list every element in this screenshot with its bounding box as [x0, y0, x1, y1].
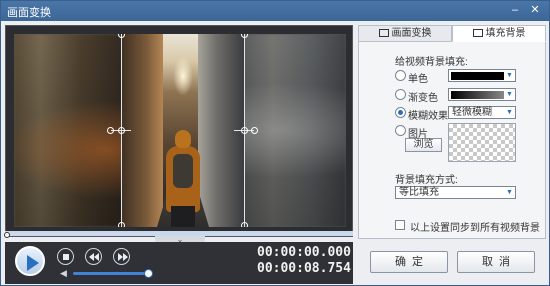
play-button[interactable] [15, 246, 45, 276]
minimize-button[interactable]: – [507, 3, 523, 18]
video-preview [5, 25, 353, 234]
blur-level-select[interactable]: 轻微模糊 ▼ [448, 106, 516, 119]
cancel-button[interactable]: 取消 [457, 251, 535, 273]
play-icon [27, 255, 39, 271]
volume-slider[interactable] [73, 272, 147, 275]
gradient-swatch [451, 91, 504, 99]
fill-mode-label: 背景填充方式: [395, 175, 458, 186]
gradient-label: 渐变色 [408, 93, 438, 104]
crop-handle-bottom-left[interactable] [118, 222, 125, 227]
blur-label: 模糊效果 [408, 111, 448, 122]
browse-button[interactable]: 浏览 [405, 138, 442, 152]
timeline-knob[interactable] [4, 232, 10, 238]
radio-image[interactable] [395, 125, 406, 136]
fill-section-label: 给视频背景填充: [395, 57, 468, 68]
fill-mode-select[interactable]: 等比填充 ▼ [395, 186, 516, 199]
stop-icon [63, 254, 69, 260]
gradient-color-picker[interactable]: ▼ [448, 88, 516, 101]
radio-gradient[interactable] [395, 89, 406, 100]
crop-handle-left[interactable] [118, 127, 125, 134]
sky-light [173, 56, 193, 96]
tab-fill-background[interactable]: 填充背景 [452, 25, 546, 42]
forward-icon-2 [123, 253, 128, 261]
solid-label: 单色 [408, 74, 428, 85]
dropdown-arrow-icon: ▼ [506, 91, 513, 98]
title-bar: 画面变换 – ✕ [1, 1, 549, 21]
crop-handle-right-outer[interactable] [251, 127, 258, 134]
person-legs [171, 206, 195, 227]
volume-icon[interactable]: ◀ [60, 269, 70, 278]
fill-mode-value: 等比填充 [399, 187, 439, 198]
next-frame-button[interactable] [113, 248, 130, 265]
tab-fill-background-label: 填充背景 [485, 28, 526, 39]
video-frame[interactable] [121, 34, 244, 227]
image-preview-transparent [448, 123, 516, 162]
settings-panel: 画面变换 填充背景 给视频背景填充: 单色 ▼ 渐变色 ▼ 模糊效果 轻微模糊 ▼… [358, 25, 546, 239]
crop-handle-bottom-right[interactable] [241, 222, 248, 227]
transform-icon [378, 29, 389, 37]
sync-checkbox[interactable] [395, 220, 405, 230]
crop-handle-right[interactable] [241, 127, 248, 134]
blur-level-value: 轻微模糊 [452, 107, 492, 118]
person-head [175, 130, 191, 148]
ok-button[interactable]: 确定 [370, 251, 448, 273]
current-time: 00:00:00.000 [257, 245, 351, 260]
radio-solid[interactable] [395, 70, 406, 81]
fill-icon [472, 29, 483, 37]
crop-handle-left-outer[interactable] [107, 127, 114, 134]
rewind-icon-2 [94, 253, 99, 261]
window-title: 画面变换 [7, 7, 51, 19]
preview-canvas [14, 34, 346, 227]
tab-transform-label: 画面变换 [391, 28, 432, 39]
previous-frame-button[interactable] [85, 248, 102, 265]
dropdown-arrow-icon: ▼ [506, 189, 513, 196]
player-controls: ◀ 00:00:00.000 00:00:08.754 [5, 242, 353, 284]
radio-blur[interactable] [395, 107, 406, 118]
total-time: 00:00:08.754 [257, 261, 351, 276]
stop-button[interactable] [57, 248, 74, 265]
dropdown-arrow-icon: ▼ [506, 109, 513, 116]
sync-label: 以上设置同步到所有视频背景 [410, 223, 540, 234]
volume-knob[interactable] [144, 269, 153, 278]
solid-color-picker[interactable]: ▼ [448, 69, 516, 82]
dropdown-arrow-icon: ▼ [506, 72, 513, 79]
solid-swatch [451, 72, 504, 80]
dialog-window: 画面变换 – ✕ ⌄ ◀ 00:00:00.000 00:00:08.754 画… [0, 0, 550, 286]
close-button[interactable]: ✕ [527, 3, 543, 18]
person-backpack [173, 154, 193, 188]
tab-transform[interactable]: 画面变换 [358, 25, 452, 42]
